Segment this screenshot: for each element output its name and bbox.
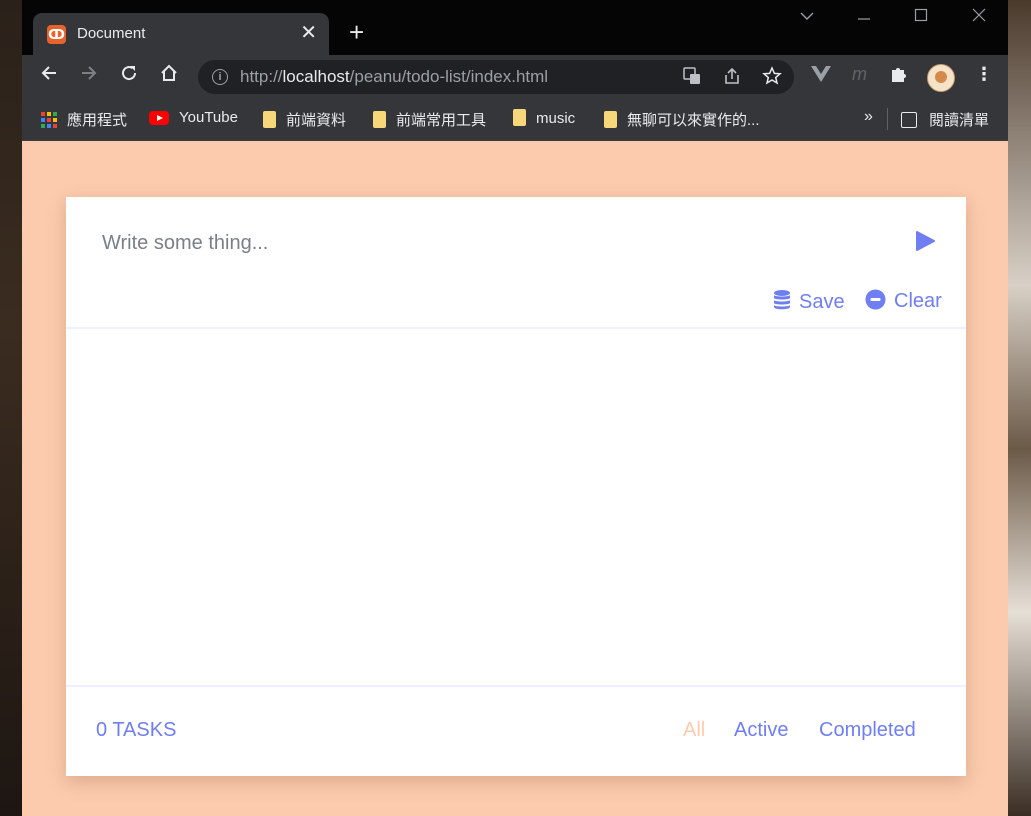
browser-toolbar: i http://localhost/peanu/todo-list/index… — [22, 55, 1008, 100]
clear-button[interactable]: Clear — [865, 289, 942, 316]
forward-icon[interactable] — [75, 63, 103, 91]
reading-list-button[interactable]: 閱讀清單 — [901, 109, 989, 130]
task-count: 0 TASKS — [96, 719, 177, 741]
reload-icon[interactable] — [115, 63, 143, 91]
desktop-background-left — [0, 0, 22, 816]
share-icon[interactable] — [722, 66, 742, 91]
divider — [66, 685, 966, 687]
database-icon — [773, 289, 791, 317]
browser-window: ↀ Document ✕ + i http://localhost/peanu/… — [22, 0, 1008, 816]
folder-icon — [513, 109, 526, 126]
xampp-icon: ↀ — [47, 25, 66, 44]
folder-icon — [373, 111, 386, 128]
new-tab-button[interactable]: + — [349, 18, 364, 46]
vue-devtools-icon[interactable] — [810, 64, 832, 89]
folder-icon — [604, 111, 617, 128]
tab-close-icon[interactable]: ✕ — [300, 22, 317, 44]
filter-all[interactable]: All — [683, 719, 705, 742]
bookmark-frontend-data[interactable]: 前端資料 — [263, 109, 346, 130]
browser-tab[interactable]: ↀ Document ✕ — [33, 13, 329, 55]
bookmark-youtube[interactable]: YouTube — [149, 109, 238, 126]
bookmark-music[interactable]: music — [513, 109, 575, 127]
bookmarks-bar: 應用程式 YouTube 前端資料 前端常用工具 music 無聊可以來實作的.… — [22, 100, 1008, 141]
todo-card: Save Clear 0 TASKS All Active Completed — [66, 197, 966, 776]
reading-list-icon — [901, 112, 917, 128]
translate-icon[interactable] — [682, 66, 702, 91]
youtube-icon — [149, 111, 169, 125]
tab-search-icon[interactable] — [800, 8, 814, 26]
bookmark-apps[interactable]: 應用程式 — [41, 109, 127, 132]
desktop-background-right — [1007, 0, 1031, 816]
clear-label: Clear — [894, 290, 942, 312]
maximize-button[interactable] — [914, 8, 928, 27]
bookmark-frontend-tools[interactable]: 前端常用工具 — [373, 109, 486, 130]
profile-avatar[interactable] — [927, 64, 955, 92]
address-bar[interactable]: i http://localhost/peanu/todo-list/index… — [198, 60, 794, 94]
back-icon[interactable] — [35, 63, 63, 91]
bookmarks-overflow-button[interactable]: » — [864, 108, 873, 126]
extension-m-icon[interactable]: m — [852, 64, 867, 85]
extensions-puzzle-icon[interactable] — [889, 64, 909, 89]
filter-completed[interactable]: Completed — [819, 719, 916, 742]
bookmark-star-icon[interactable] — [762, 66, 782, 91]
play-icon — [916, 231, 935, 251]
todo-input[interactable] — [100, 225, 864, 261]
bookmark-boring-projects[interactable]: 無聊可以來實作的... — [604, 109, 760, 130]
title-bar: ↀ Document ✕ + — [22, 0, 1008, 55]
site-info-icon[interactable]: i — [212, 69, 228, 85]
home-icon[interactable] — [155, 63, 183, 91]
save-button[interactable]: Save — [773, 289, 845, 317]
apps-grid-icon — [41, 112, 57, 132]
bookmarks-separator — [887, 108, 888, 130]
url-text: http://localhost/peanu/todo-list/index.h… — [240, 67, 549, 86]
folder-icon — [263, 111, 276, 128]
task-list — [66, 329, 966, 685]
add-task-button[interactable] — [914, 230, 936, 252]
close-window-button[interactable] — [972, 8, 986, 27]
minimize-button[interactable] — [857, 8, 871, 27]
menu-kebab-icon[interactable]: ⋮ — [975, 64, 993, 85]
minus-circle-icon — [865, 289, 886, 316]
save-label: Save — [799, 291, 845, 313]
filter-active[interactable]: Active — [734, 719, 788, 742]
tab-title: Document — [77, 25, 146, 42]
